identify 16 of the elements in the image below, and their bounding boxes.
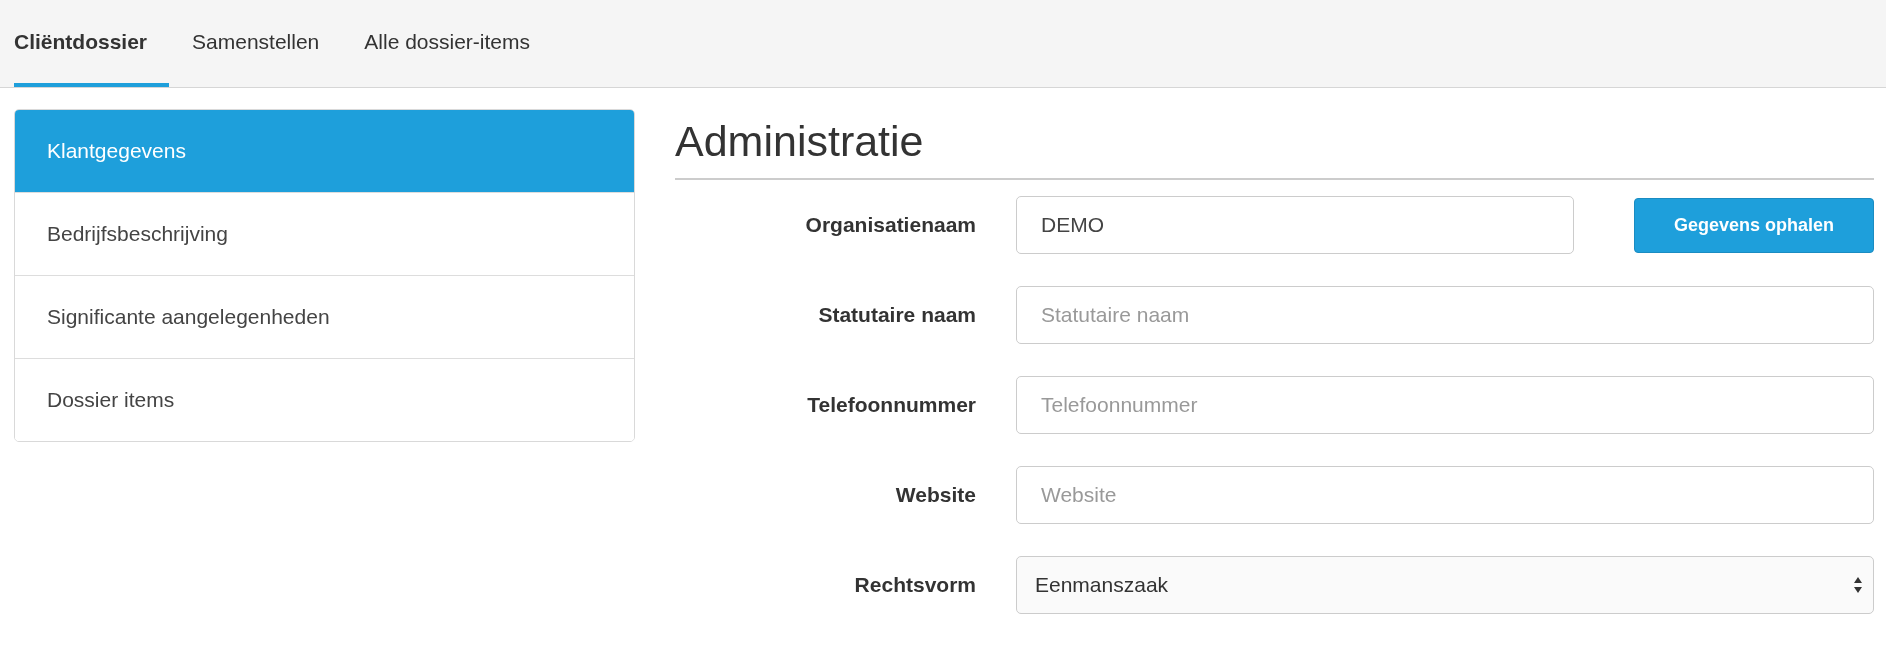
nav-tab[interactable]: Samenstellen [192, 0, 342, 87]
field-label: Organisatienaam [804, 213, 977, 237]
text-field[interactable]: Website [1016, 466, 1874, 524]
text-field[interactable]: Telefoonnummer [1016, 376, 1874, 434]
section-title: Administratie [675, 109, 1874, 180]
select-field[interactable]: Eenmanszaak [1016, 556, 1874, 614]
field-label: Website [894, 483, 977, 507]
field-label: Statutaire naam [817, 303, 977, 327]
field-label: Rechtsvorm [853, 573, 977, 597]
nav-tab[interactable]: Alle dossier-items [364, 0, 552, 87]
sidebar-item[interactable]: Dossier items [15, 358, 634, 441]
up-down-caret-icon [1853, 576, 1863, 594]
text-field[interactable]: DEMO [1016, 196, 1574, 254]
field-label: Telefoonnummer [806, 393, 977, 417]
text-field[interactable]: Statutaire naam [1016, 286, 1874, 344]
nav-tab[interactable]: Cliëntdossier [14, 0, 170, 87]
